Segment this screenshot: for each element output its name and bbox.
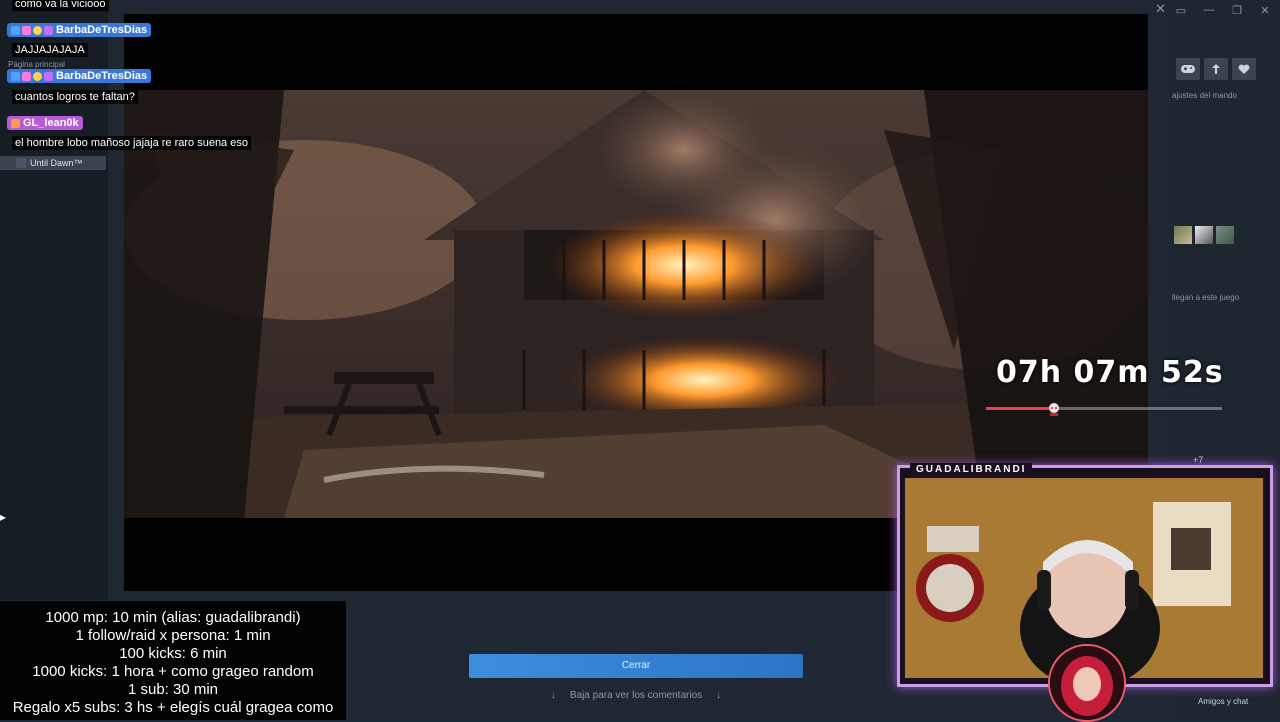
gift-badge-icon	[11, 118, 20, 128]
friend-avatar[interactable]	[1174, 226, 1192, 244]
chat-message: como va la viciooo	[12, 0, 109, 11]
arrow-down-icon: ↓	[550, 690, 556, 701]
timer-progress-track	[986, 407, 1222, 410]
chat-username: BarbaDeTresDias	[7, 69, 152, 83]
streamer-avatar	[1048, 644, 1126, 722]
arrow-up-icon	[1212, 64, 1220, 74]
avatar-illustration	[1050, 646, 1124, 720]
gamepad-icon	[1181, 65, 1195, 73]
chat-username: GL_lean0k	[7, 116, 83, 130]
game-screenshot	[124, 90, 1148, 518]
friends-playing-label: llegan a este juego	[1172, 293, 1240, 302]
arrow-down-icon: ↓	[716, 690, 722, 701]
platform-badge-icon	[11, 25, 20, 35]
burning-cabin-image	[124, 90, 1148, 518]
game-thumbnail-icon	[16, 158, 26, 168]
sidebar-item-until-dawn[interactable]: Until Dawn™	[0, 156, 106, 170]
friends-avatars	[1174, 226, 1234, 244]
mouse-cursor-icon: ▸	[0, 510, 7, 524]
goal-item: 1000 mp: 10 min (alias: guadalibrandi)	[45, 609, 301, 626]
upload-button[interactable]	[1204, 58, 1228, 80]
close-button[interactable]: Cerrar	[469, 654, 803, 678]
controller-button[interactable]	[1176, 58, 1200, 80]
heart-badge-icon	[44, 25, 53, 35]
chat-message: JAJJAJAJAJA	[12, 43, 88, 57]
maximize-icon[interactable]: ❐	[1230, 4, 1244, 17]
chat-username: BarbaDeTresDias	[7, 23, 152, 37]
friend-avatar[interactable]	[1216, 226, 1234, 244]
chat-message: cuantos logros te faltan?	[12, 90, 138, 104]
friend-avatar[interactable]	[1195, 226, 1213, 244]
goal-item: 1 follow/raid x persona: 1 min	[75, 627, 271, 644]
bits-badge-icon	[33, 25, 42, 35]
stream-goals: 1000 mp: 10 min (alias: guadalibrandi) 1…	[0, 601, 346, 720]
window-close-icon[interactable]: ✕	[1258, 4, 1272, 17]
sub-badge-icon	[22, 71, 31, 81]
extra-friends-count[interactable]: +7	[1193, 455, 1203, 465]
goal-item: 1000 kicks: 1 hora + como grageo random	[32, 663, 314, 680]
controller-settings-label: ajustes del mando	[1172, 91, 1237, 100]
chat-message: el hombre lobo mañoso jajaja re raro sue…	[12, 136, 251, 150]
goal-item: 1 sub: 30 min	[127, 681, 219, 698]
scroll-hint[interactable]: ↓ Baja para ver los comentarios ↓	[469, 690, 803, 701]
subathon-timer: 07h 07m 52s	[996, 355, 1224, 390]
game-action-buttons	[1176, 58, 1256, 80]
goal-item: Regalo x5 subs: 3 hs + elegís cuál grage…	[12, 699, 334, 716]
platform-badge-icon	[11, 71, 20, 81]
heart-icon	[1238, 64, 1250, 74]
sidebar-home-link[interactable]: Página principal	[8, 60, 65, 69]
character-icon	[1049, 403, 1059, 416]
streamer-name: GUADALIBRANDI	[910, 463, 1033, 477]
screen-icon[interactable]: ▭	[1174, 4, 1188, 17]
sidebar-game-label: Until Dawn™	[30, 158, 83, 168]
heart-badge-icon	[44, 71, 53, 81]
goal-item: 100 kicks: 6 min	[119, 645, 227, 662]
sub-badge-icon	[22, 25, 31, 35]
minimize-icon[interactable]: —	[1202, 4, 1216, 17]
friends-chat-button[interactable]: Amigos y chat	[1198, 697, 1248, 706]
bits-badge-icon	[33, 71, 42, 81]
modal-close-icon[interactable]: ✕	[1155, 1, 1166, 17]
favorite-button[interactable]	[1232, 58, 1256, 80]
scroll-hint-label: Baja para ver los comentarios	[569, 690, 703, 701]
